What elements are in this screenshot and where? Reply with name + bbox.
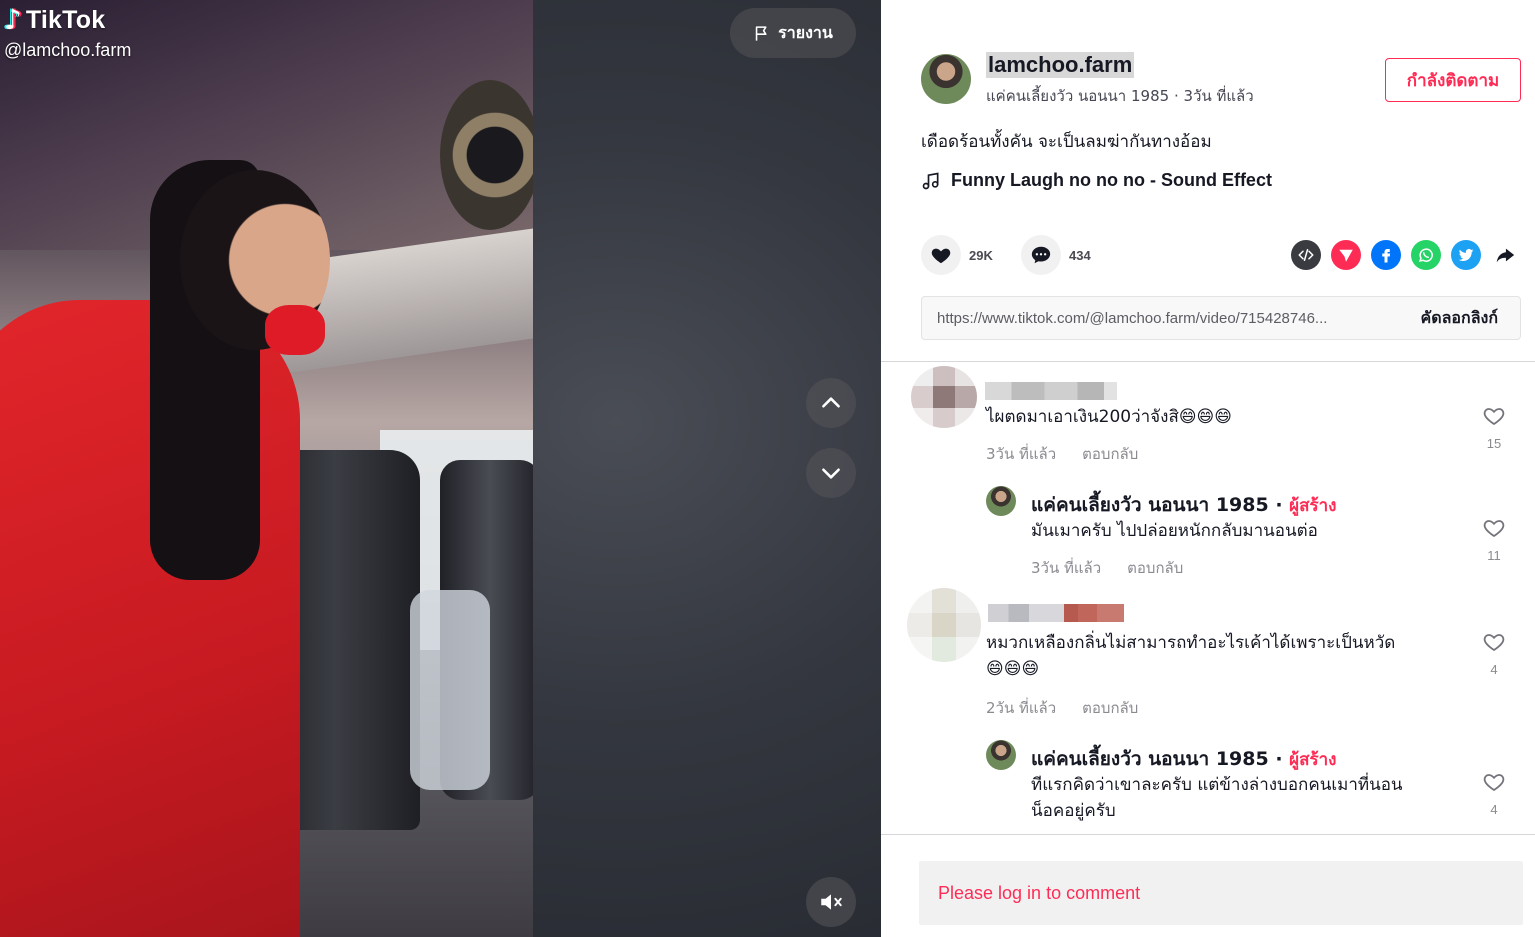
facebook-icon[interactable] xyxy=(1371,240,1401,270)
twitter-icon[interactable] xyxy=(1451,240,1481,270)
author-avatar[interactable] xyxy=(921,54,971,104)
heart-outline-icon xyxy=(1483,520,1505,538)
heart-icon xyxy=(931,248,951,264)
reply-button[interactable]: ตอบกลับ xyxy=(1127,559,1183,577)
login-to-comment-link[interactable]: Please log in to comment xyxy=(938,883,1140,904)
code-brackets-glyph xyxy=(1298,249,1314,261)
tiktok-logo-text: TikTok xyxy=(25,5,106,34)
tiktok-logo-row: ♪ TikTok xyxy=(4,2,131,38)
watermark-handle: @lamchoo.farm xyxy=(4,40,132,60)
heart-outline-icon xyxy=(1483,408,1505,426)
share-arrow-icon[interactable] xyxy=(1490,240,1520,270)
whatsapp-phone-glyph xyxy=(1418,248,1433,263)
comments-list[interactable]: ไผตดมาเอาเงิน200ว่าจังสิ😄😄😄 3วัน ที่แล้ว… xyxy=(881,362,1535,834)
comment-like-count: 15 xyxy=(1486,436,1502,451)
heart-outline-icon xyxy=(1483,774,1505,792)
mute-button[interactable] xyxy=(806,877,856,927)
next-video-button[interactable] xyxy=(806,448,856,498)
author-subline: แค่คนเลี้ยงวัว นอนนา 1985 · 3วัน ที่แล้ว xyxy=(986,87,1254,105)
comment-time: 3วัน ที่แล้ว xyxy=(986,445,1057,463)
reply-meta: 3วัน ที่แล้ว ตอบกลับ xyxy=(1031,556,1183,580)
comment-bubble-icon xyxy=(1031,246,1051,264)
comments-bottom-divider xyxy=(881,834,1535,835)
heart-outline-icon xyxy=(1483,634,1505,652)
comment-count: 434 xyxy=(1069,247,1091,263)
chevron-up-icon xyxy=(822,397,840,408)
video-link-url[interactable]: https://www.tiktok.com/@lamchoo.farm/vid… xyxy=(922,310,1407,327)
comment-text: ไผตดมาเอาเงิน200ว่าจังสิ😄😄😄 xyxy=(986,407,1232,427)
reply-text-line2: น็อคอยู่ครับ xyxy=(1031,801,1116,821)
tiktok-note-icon: ♪ xyxy=(4,3,22,36)
facebook-f-glyph xyxy=(1382,249,1391,263)
commenter-avatar-blurred[interactable] xyxy=(907,588,981,662)
video-caption: เดือดร้อนทั้งคัน จะเป็นลมฆ่ากันทางอ้อม xyxy=(921,132,1212,152)
author-username[interactable]: lamchoo.farm xyxy=(986,52,1135,78)
comment-like-count: 4 xyxy=(1490,662,1498,677)
video-scene-cloth xyxy=(265,305,325,355)
reply-text-line1: ทีแรกคิดว่าเขาละครับ แต่ข้างล่างบอกคนเมา… xyxy=(1031,775,1403,795)
reply-like-count: 4 xyxy=(1490,802,1498,817)
video-scene-speaker xyxy=(440,80,533,230)
reply-like-button[interactable]: 4 xyxy=(1481,770,1507,817)
music-note-icon xyxy=(922,172,939,189)
comment-like-button[interactable]: 4 xyxy=(1481,630,1507,677)
reply-author-line: แค่คนเลี้ยงวัว นอนนา 1985 · ผู้สร้าง xyxy=(1031,748,1337,770)
creator-avatar[interactable] xyxy=(986,486,1016,516)
previous-video-button[interactable] xyxy=(806,378,856,428)
video-link-box: https://www.tiktok.com/@lamchoo.farm/vid… xyxy=(921,296,1521,340)
following-button[interactable]: กำลังติดตาม xyxy=(1385,58,1521,102)
video-frame[interactable]: ♪ TikTok @lamchoo.farm xyxy=(0,0,533,937)
reply-button[interactable]: ตอบกลับ xyxy=(1082,699,1138,717)
reply-author-name[interactable]: แค่คนเลี้ยงวัว นอนนา 1985 xyxy=(1031,748,1269,770)
flag-icon xyxy=(755,25,767,41)
music-title[interactable]: Funny Laugh no no no - Sound Effect xyxy=(951,170,1272,191)
curved-arrow-glyph xyxy=(1496,248,1515,263)
reply-like-count: 11 xyxy=(1487,548,1501,563)
report-button[interactable]: รายงาน xyxy=(730,8,856,58)
comment-circle[interactable] xyxy=(1021,235,1061,275)
copy-link-button[interactable]: คัดลอกลิงก์ xyxy=(1407,306,1521,331)
reply-text: มันเมาครับ ไปปล่อยหนักกลับมานอนต่อ xyxy=(1031,521,1318,541)
chevron-down-icon xyxy=(822,468,840,479)
comment-like-button[interactable]: 15 xyxy=(1481,404,1507,451)
video-player[interactable]: ♪ TikTok @lamchoo.farm รายงาน xyxy=(0,0,881,937)
speaker-muted-icon xyxy=(821,894,842,910)
comment-meta: 2วัน ที่แล้ว ตอบกลับ xyxy=(986,696,1138,720)
commenter-name-blurred[interactable] xyxy=(988,604,1124,622)
music-row[interactable]: Funny Laugh no no no - Sound Effect xyxy=(921,170,1272,191)
video-scene-bag xyxy=(410,590,490,790)
reply-button[interactable]: ตอบกลับ xyxy=(1082,445,1138,463)
like-count: 29K xyxy=(969,247,993,263)
paper-plane-glyph xyxy=(1339,249,1353,262)
reply-like-button[interactable]: 11 xyxy=(1481,516,1507,563)
creator-badge: ผู้สร้าง xyxy=(1289,496,1337,516)
report-label: รายงาน xyxy=(778,22,833,42)
comment-time: 2วัน ที่แล้ว xyxy=(986,699,1057,717)
creator-avatar[interactable] xyxy=(986,740,1016,770)
reply-author-line: แค่คนเลี้ยงวัว นอนนา 1985 · ผู้สร้าง xyxy=(1031,494,1337,516)
commenter-avatar-blurred[interactable] xyxy=(911,366,977,428)
login-to-comment-box[interactable]: Please log in to comment xyxy=(919,861,1523,925)
comment-text-line2: 😄😄😄 xyxy=(986,659,1040,679)
reply-author-name[interactable]: แค่คนเลี้ยงวัว นอนนา 1985 xyxy=(1031,494,1269,516)
like-button[interactable]: 29K xyxy=(921,235,993,275)
comment-button[interactable]: 434 xyxy=(1021,235,1091,275)
commenter-name-blurred[interactable] xyxy=(985,382,1117,400)
twitter-bird-glyph xyxy=(1458,248,1474,262)
like-circle[interactable] xyxy=(921,235,961,275)
tiktok-watermark: ♪ TikTok @lamchoo.farm xyxy=(4,2,131,61)
video-details-panel: lamchoo.farm แค่คนเลี้ยงวัว นอนนา 1985 ·… xyxy=(881,0,1535,937)
whatsapp-icon[interactable] xyxy=(1411,240,1441,270)
comment-text-line1: หมวกเหลืองกลิ่นไม่สามารถทำอะไรเค้าได้เพร… xyxy=(986,633,1396,653)
send-icon[interactable] xyxy=(1331,240,1361,270)
creator-badge: ผู้สร้าง xyxy=(1289,750,1337,770)
reply-time: 3วัน ที่แล้ว xyxy=(1031,559,1102,577)
embed-icon[interactable] xyxy=(1291,240,1321,270)
comment-meta: 3วัน ที่แล้ว ตอบกลับ xyxy=(986,442,1138,466)
